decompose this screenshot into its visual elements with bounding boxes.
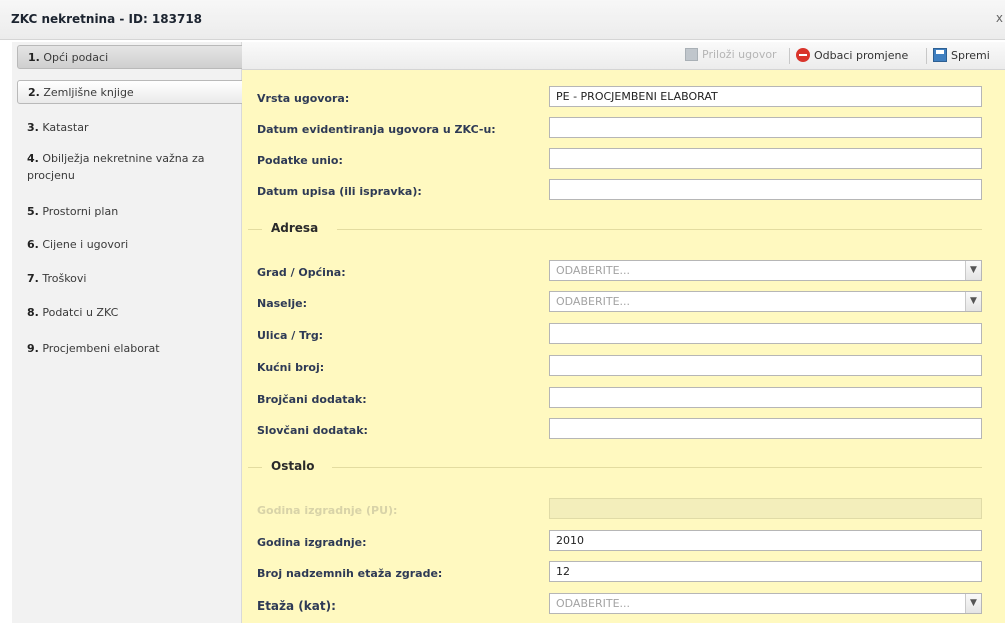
attach-contract-button[interactable]: Priloži ugovor xyxy=(685,48,777,61)
sidebar-item-label: Procjembeni elaborat xyxy=(42,342,160,355)
street-field[interactable] xyxy=(549,323,982,344)
build-year-label: Godina izgradnje: xyxy=(257,536,367,549)
section-divider xyxy=(332,467,982,468)
settlement-label: Naselje: xyxy=(257,297,308,310)
chevron-down-icon[interactable]: ▼ xyxy=(965,292,981,311)
chevron-down-icon[interactable]: ▼ xyxy=(965,594,981,613)
city-label: Grad / Općina: xyxy=(257,266,346,279)
sidebar-item-valuation-report[interactable]: 9. Procjembeni elaborat xyxy=(17,340,242,357)
item-number: 6. xyxy=(27,238,39,251)
letter-suffix-field[interactable] xyxy=(549,418,982,439)
house-number-label: Kućni broj: xyxy=(257,361,325,374)
record-date-label: Datum upisa (ili ispravka): xyxy=(257,185,422,198)
item-number: 9. xyxy=(27,342,39,355)
sidebar-item-prices-contracts[interactable]: 6. Cijene i ugovori xyxy=(17,236,242,253)
sidebar-item-label: Prostorni plan xyxy=(42,205,119,218)
toolbar-divider xyxy=(789,48,790,64)
toolbar-divider xyxy=(926,48,927,64)
settlement-selected-value: ODABERITE... xyxy=(556,295,631,308)
sidebar-item-costs[interactable]: 7. Troškovi xyxy=(17,270,242,287)
sidebar-item-label: Cijene i ugovori xyxy=(42,238,129,251)
toolbar: Priloži ugovor Odbaci promjene Spremi xyxy=(242,42,1005,70)
close-icon[interactable]: x xyxy=(996,11,1003,25)
sidebar-item-label: Troškovi xyxy=(42,272,87,285)
number-suffix-label: Brojčani dodatak: xyxy=(257,393,367,406)
entered-by-field[interactable] xyxy=(549,148,982,169)
discard-changes-label: Odbaci promjene xyxy=(814,48,909,62)
other-section-title: Ostalo xyxy=(271,459,315,473)
item-number: 5. xyxy=(27,205,39,218)
item-number: 2. xyxy=(28,86,40,99)
zkc-property-window: ZKC nekretnina - ID: 183718 x 1. Opći po… xyxy=(0,0,1005,623)
window-title: ZKC nekretnina - ID: 183718 xyxy=(11,12,203,26)
street-label: Ulica / Trg: xyxy=(257,329,324,342)
sidebar-item-property-features[interactable]: 4. Obilježja nekretnine važna za procjen… xyxy=(17,150,242,184)
floor-select[interactable]: ODABERITE... ▼ xyxy=(549,593,982,614)
item-number: 4. xyxy=(27,152,39,165)
floor-label: Etaža (kat): xyxy=(257,599,336,613)
entry-date-field[interactable] xyxy=(549,117,982,138)
section-divider xyxy=(337,229,982,230)
chevron-down-icon[interactable]: ▼ xyxy=(965,261,981,280)
sidebar-item-label: procjenu xyxy=(27,169,75,182)
contract-type-label: Vrsta ugovora: xyxy=(257,92,350,105)
floors-above-label: Broj nadzemnih etaža zgrade: xyxy=(257,567,443,580)
cancel-icon xyxy=(796,48,810,62)
attach-contract-label: Priloži ugovor xyxy=(702,48,777,61)
item-number: 1. xyxy=(28,51,40,64)
settlement-select[interactable]: ODABERITE... ▼ xyxy=(549,291,982,312)
contract-type-field[interactable]: PE - PROCJEMBENI ELABORAT xyxy=(549,86,982,107)
house-number-field[interactable] xyxy=(549,355,982,376)
entered-by-label: Podatke unio: xyxy=(257,154,343,167)
record-date-field[interactable] xyxy=(549,179,982,200)
address-section-title: Adresa xyxy=(271,221,319,235)
sidebar-item-general[interactable]: 1. Opći podaci xyxy=(17,45,245,69)
sidebar-item-label: Zemljišne knjige xyxy=(43,86,134,99)
discard-changes-button[interactable]: Odbaci promjene xyxy=(796,48,908,62)
sidebar-item-label: Opći podaci xyxy=(43,51,109,64)
city-select[interactable]: ODABERITE... ▼ xyxy=(549,260,982,281)
item-number: 3. xyxy=(27,121,39,134)
section-divider xyxy=(248,467,262,468)
letter-suffix-label: Slovčani dodatak: xyxy=(257,424,368,437)
document-icon xyxy=(685,48,698,61)
sidebar-item-label: Podatci u ZKC xyxy=(42,306,119,319)
section-divider xyxy=(248,229,262,230)
build-year-pu-label: Godina izgradnje (PU): xyxy=(257,504,398,517)
sidebar-item-label: Obilježja nekretnine važna za xyxy=(42,152,205,165)
sidebar-nav: 1. Opći podaci 2. Zemljišne knjige 3. Ka… xyxy=(12,42,245,623)
title-bar: ZKC nekretnina - ID: 183718 x xyxy=(0,0,1005,40)
city-selected-value: ODABERITE... xyxy=(556,264,631,277)
floors-above-field[interactable]: 12 xyxy=(549,561,982,582)
build-year-pu-field xyxy=(549,498,982,519)
save-label: Spremi xyxy=(951,48,990,62)
form-panel: Priloži ugovor Odbaci promjene Spremi Vr… xyxy=(242,42,1005,623)
save-button[interactable]: Spremi xyxy=(933,48,990,62)
sidebar-item-cadastre[interactable]: 3. Katastar xyxy=(17,119,242,136)
save-icon xyxy=(933,48,947,62)
sidebar-item-land-registry[interactable]: 2. Zemljišne knjige xyxy=(17,80,245,104)
sidebar-item-spatial-plan[interactable]: 5. Prostorni plan xyxy=(17,203,242,220)
floor-selected-value: ODABERITE... xyxy=(556,597,631,610)
number-suffix-field[interactable] xyxy=(549,387,982,408)
sidebar-item-zkc-data[interactable]: 8. Podatci u ZKC xyxy=(17,304,242,321)
sidebar-item-label: Katastar xyxy=(42,121,89,134)
item-number: 8. xyxy=(27,306,39,319)
build-year-field[interactable]: 2010 xyxy=(549,530,982,551)
item-number: 7. xyxy=(27,272,39,285)
entry-date-label: Datum evidentiranja ugovora u ZKC-u: xyxy=(257,123,496,136)
